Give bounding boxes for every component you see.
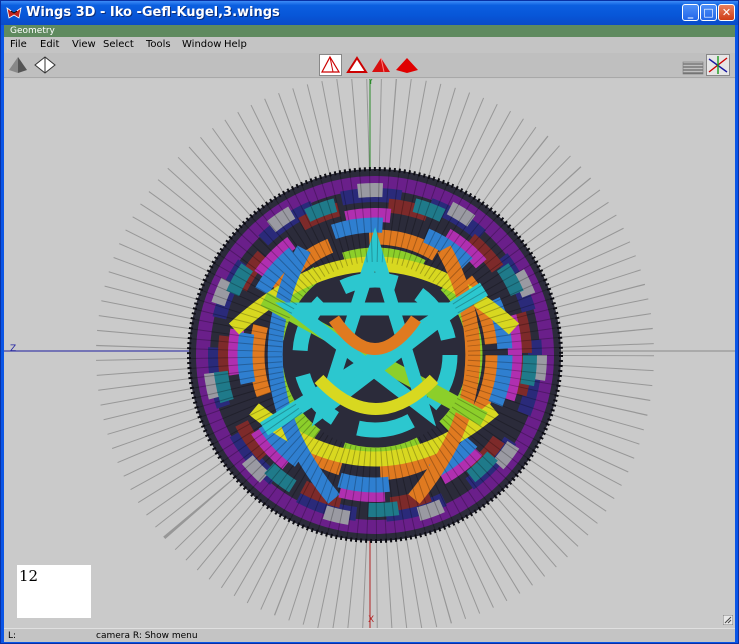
wireframe-shading-icon[interactable] bbox=[34, 56, 56, 74]
edge-select-icon[interactable] bbox=[346, 56, 368, 75]
minimize-button[interactable]: _ bbox=[682, 4, 699, 21]
application-window: Wings 3D - Iko -Gefl-Kugel,3.wings _ □ ✕… bbox=[0, 0, 739, 644]
menu-edit[interactable]: Edit bbox=[40, 37, 59, 53]
menu-select[interactable]: Select bbox=[103, 37, 134, 53]
toolbar bbox=[4, 53, 735, 78]
status-bar: L: camera R: Show menu bbox=[4, 628, 735, 642]
body-select-icon[interactable] bbox=[395, 56, 419, 75]
vertex-select-icon bbox=[321, 55, 341, 73]
maximize-button[interactable]: □ bbox=[700, 4, 717, 21]
menu-bar: File Edit View Select Tools Window Help bbox=[4, 37, 735, 53]
close-button[interactable]: ✕ bbox=[718, 4, 735, 21]
vertex-select-button[interactable] bbox=[319, 54, 342, 76]
braided-sphere-model bbox=[96, 79, 654, 628]
title-bar[interactable]: Wings 3D - Iko -Gefl-Kugel,3.wings _ □ ✕ bbox=[1, 1, 738, 25]
y-axis-label: Y bbox=[368, 79, 374, 87]
resize-grip-icon[interactable] bbox=[723, 615, 733, 625]
status-left-fragment: L: bbox=[8, 631, 17, 641]
x-axis-label: X bbox=[368, 615, 375, 625]
menu-tools[interactable]: Tools bbox=[146, 37, 171, 53]
menu-help[interactable]: Help bbox=[224, 37, 247, 53]
axes-icon bbox=[708, 56, 728, 74]
frame-counter: 12 bbox=[17, 565, 91, 618]
menu-window[interactable]: Window bbox=[182, 37, 221, 53]
status-help-text: camera R: Show menu bbox=[96, 631, 198, 641]
menu-view[interactable]: View bbox=[72, 37, 96, 53]
groundplane-icon[interactable] bbox=[682, 56, 704, 75]
face-select-icon[interactable] bbox=[370, 56, 392, 75]
3d-viewport[interactable]: Y Z X bbox=[4, 79, 735, 628]
geometry-window: Geometry File Edit View Select Tools Win… bbox=[4, 25, 735, 642]
window-title: Wings 3D - Iko -Gefl-Kugel,3.wings bbox=[26, 5, 280, 20]
menu-file[interactable]: File bbox=[10, 37, 27, 53]
scene-canvas[interactable] bbox=[4, 79, 735, 628]
wings-app-icon bbox=[6, 7, 22, 19]
z-axis-label: Z bbox=[10, 344, 17, 354]
smooth-shading-icon[interactable] bbox=[8, 56, 28, 74]
geometry-window-title[interactable]: Geometry bbox=[4, 25, 735, 37]
axes-button[interactable] bbox=[706, 54, 730, 76]
